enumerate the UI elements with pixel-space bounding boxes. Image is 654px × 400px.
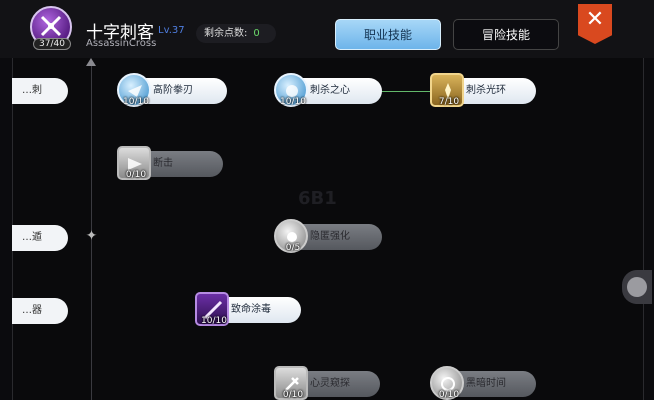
- tree-arrow-icon: [86, 58, 96, 66]
- skill-level: 7/10: [438, 97, 460, 107]
- circle-icon: [627, 277, 647, 297]
- skill-level: 10/10: [123, 97, 149, 107]
- remaining-points-label: 剩余点数:: [204, 28, 248, 39]
- skill-node[interactable]: 高阶拳刃 10/10: [117, 73, 227, 107]
- tab-adventure-skills[interactable]: 冒险技能: [453, 19, 559, 50]
- skill-node[interactable]: 致命涂毒 10/10: [195, 292, 305, 326]
- edge-skill-pill[interactable]: …遁: [12, 225, 68, 251]
- background-watermark-text: 6B1: [298, 188, 337, 209]
- floating-menu-button[interactable]: [622, 270, 652, 304]
- close-icon: ✕: [585, 7, 605, 32]
- skill-level: 0/5: [285, 243, 301, 253]
- skill-node[interactable]: 刺杀光环 7/10: [430, 73, 540, 107]
- skill-node[interactable]: 黑暗时间 0/10: [430, 366, 540, 400]
- remaining-points: 剩余点数: 0: [196, 24, 276, 43]
- skill-level: 10/10: [280, 97, 306, 107]
- skill-node[interactable]: 刺杀之心 10/10: [274, 73, 384, 107]
- skill-level: 10/10: [201, 316, 227, 326]
- skill-header: 37/40 十字刺客 Lv.37 AssassinCross 剩余点数: 0 职业…: [0, 0, 654, 58]
- class-progress-badge: 37/40: [33, 38, 71, 50]
- class-level: Lv.37: [158, 25, 185, 36]
- edge-skill-pill[interactable]: …器: [12, 298, 68, 324]
- skill-node[interactable]: 断击 0/10: [117, 146, 227, 180]
- skill-node[interactable]: 心灵窥探 0/10: [274, 366, 384, 400]
- skill-link-line: [378, 91, 430, 92]
- edge-skill-pill[interactable]: …刺: [12, 78, 68, 104]
- tree-knot-icon: ✦: [85, 228, 98, 244]
- skill-node[interactable]: 隐匿强化 0/5: [274, 219, 384, 253]
- class-name-english: AssassinCross: [86, 38, 157, 49]
- skill-level: 0/10: [282, 390, 304, 400]
- tab-job-skills[interactable]: 职业技能: [335, 19, 441, 50]
- remaining-points-value: 0: [253, 28, 260, 39]
- skill-level: 0/10: [438, 390, 460, 400]
- close-button[interactable]: ✕: [578, 4, 612, 44]
- skill-level: 0/10: [125, 170, 147, 180]
